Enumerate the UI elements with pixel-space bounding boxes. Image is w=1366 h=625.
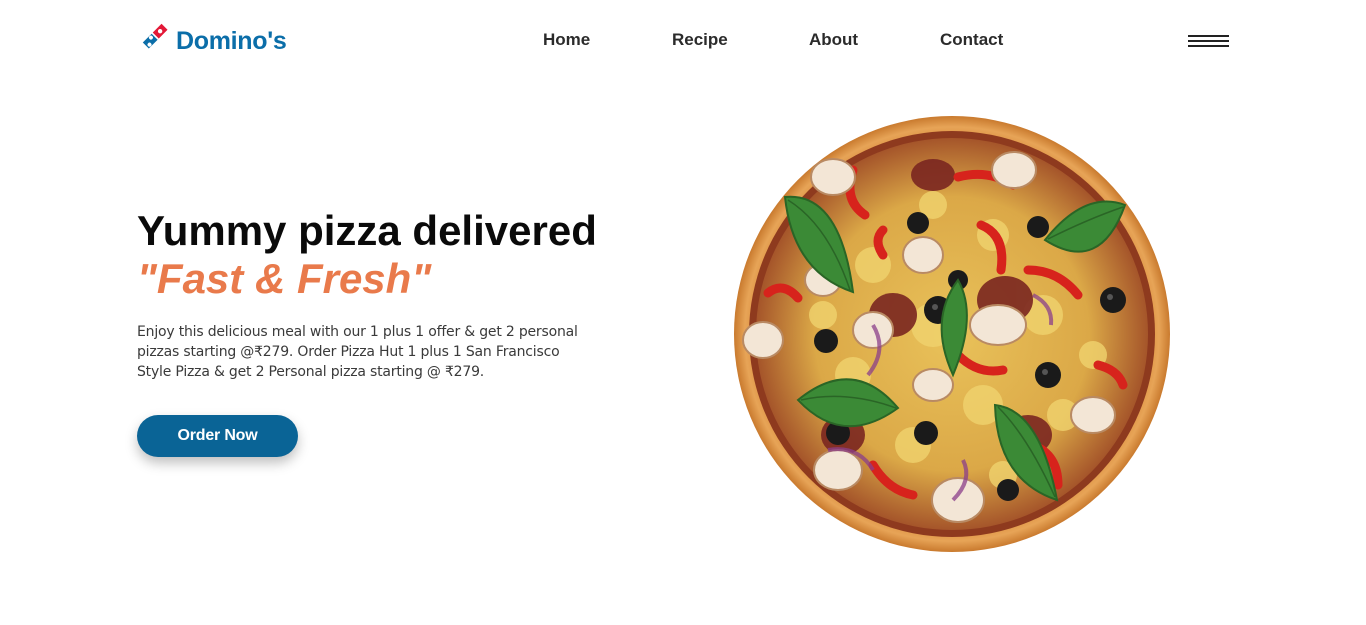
menu-line: [1188, 45, 1229, 47]
nav-link-contact[interactable]: Contact: [940, 30, 1003, 50]
menu-line: [1188, 40, 1229, 42]
hero-tagline: "Fast & Fresh": [137, 255, 432, 302]
nav-link-recipe[interactable]: Recipe: [672, 30, 728, 50]
dominos-logo-icon: [140, 21, 176, 57]
menu-line: [1188, 35, 1229, 37]
logo-text: Domino's: [176, 27, 287, 55]
nav-link-about[interactable]: About: [809, 30, 858, 50]
nav-link-home[interactable]: Home: [543, 30, 590, 50]
hero-title: Yummy pizza delivered: [137, 207, 597, 254]
hero-description: Enjoy this delicious meal with our 1 plu…: [137, 324, 578, 380]
order-now-button[interactable]: Order Now: [137, 415, 298, 457]
brand-logo[interactable]: Domino's: [140, 21, 287, 57]
hamburger-menu-icon[interactable]: [1188, 35, 1229, 49]
pizza-image: [733, 115, 1171, 553]
